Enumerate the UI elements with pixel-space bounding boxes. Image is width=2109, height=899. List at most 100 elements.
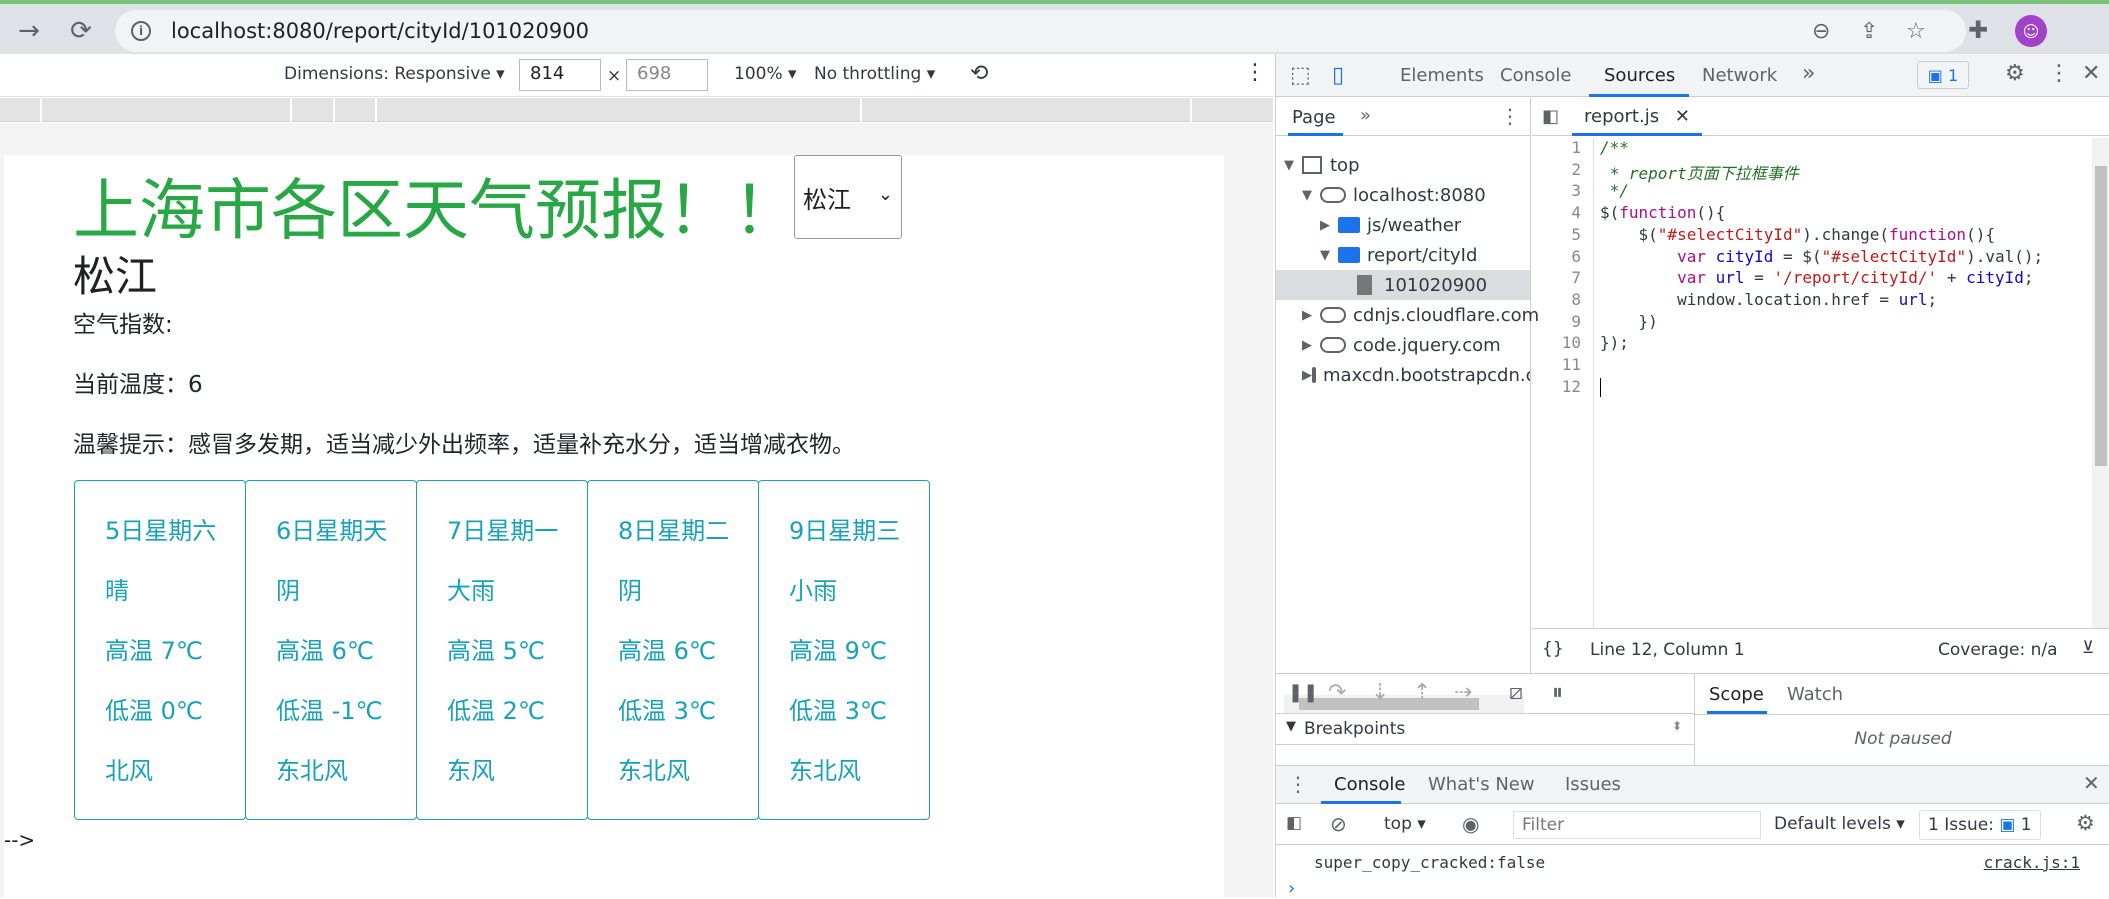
issues-button[interactable]: 1 Issue: ▣ 1 [1919, 810, 2041, 840]
url-text[interactable]: localhost:8080/report/cityId/101020900 [171, 19, 589, 43]
close-tab-icon[interactable]: ✕ [1675, 106, 1690, 127]
code-line[interactable]: * report页面下拉框事件 [1600, 160, 1799, 184]
code-content[interactable]: /** * report页面下拉框事件 */ $(function(){ $("#… [1600, 138, 2090, 628]
tab-elements[interactable]: Elements [1400, 65, 1484, 86]
step-over-icon[interactable]: ↷ [1328, 680, 1346, 705]
line-number[interactable]: 11 [1562, 355, 1581, 374]
line-number[interactable]: 1 [1571, 138, 1581, 157]
line-number[interactable]: 8 [1571, 290, 1581, 309]
step-out-icon[interactable]: ⇡ [1413, 680, 1431, 705]
code-line[interactable]: $("#selectCityId").change(function(){ [1600, 225, 1995, 244]
tab-network[interactable]: Network [1702, 65, 1777, 86]
line-number[interactable]: 6 [1571, 247, 1581, 266]
pause-icon[interactable]: ❚❚ [1288, 682, 1318, 703]
tree-item-bootstrapcdn[interactable]: ▶ maxcdn.bootstrapcdn.c [1302, 360, 1530, 390]
settings-gear-icon[interactable]: ⚙ [2005, 61, 2025, 86]
tree-item-js-weather[interactable]: ▶ js/weather [1320, 210, 1461, 240]
deactivate-breakpoints-icon[interactable]: ⧄ [1509, 680, 1523, 705]
inspect-element-icon[interactable]: ⬚ [1290, 63, 1311, 88]
console-source-link[interactable]: crack.js:1 [1984, 853, 2080, 872]
tree-item-localhost[interactable]: ▼ localhost:8080 [1302, 180, 1486, 210]
tab-sources[interactable]: Sources [1604, 65, 1675, 86]
tree-item-jquery[interactable]: ▶ code.jquery.com [1302, 330, 1501, 360]
height-input[interactable]: 698 [626, 59, 708, 91]
tab-watch[interactable]: Watch [1787, 684, 1843, 705]
width-input[interactable]: 814 [519, 59, 601, 91]
more-navigator-icon[interactable]: » [1360, 105, 1371, 126]
resize-handle-icon[interactable]: ⬍ [1672, 719, 1682, 733]
step-icon[interactable]: ⇢ [1454, 680, 1472, 705]
rotate-icon[interactable]: ⟲ [970, 61, 988, 86]
tab-whats-new[interactable]: What's New [1428, 774, 1535, 795]
code-line[interactable]: $(function(){ [1600, 203, 1725, 222]
code-line[interactable]: }) [1600, 312, 1658, 331]
step-into-icon[interactable]: ⇣ [1371, 680, 1389, 705]
eye-icon[interactable]: ◉ [1462, 812, 1479, 836]
forward-icon[interactable]: → [12, 14, 46, 48]
more-tabs-icon[interactable]: » [1802, 61, 1815, 86]
info-icon[interactable]: i [131, 21, 151, 41]
line-number[interactable]: 9 [1571, 312, 1581, 331]
line-number[interactable]: 5 [1571, 225, 1581, 244]
code-line[interactable]: /** [1600, 138, 1629, 157]
code-line[interactable]: window.location.href = url; [1600, 290, 1937, 309]
profile-avatar[interactable]: ☺ [2015, 15, 2047, 47]
log-levels-dropdown[interactable]: Default levels ▾ [1774, 814, 1905, 834]
editor-vertical-scrollbar[interactable] [2092, 138, 2109, 628]
tree-item-top[interactable]: ▼ top [1284, 150, 1360, 180]
code-line[interactable]: */ [1600, 181, 1629, 200]
dimensions-dropdown[interactable]: Dimensions: Responsive ▾ [284, 64, 505, 84]
close-drawer-icon[interactable]: ✕ [2083, 771, 2100, 795]
context-dropdown[interactable]: top ▾ [1384, 814, 1426, 834]
pause-on-exceptions-icon[interactable]: ⏸ [1552, 680, 1563, 705]
star-icon[interactable]: ☆ [1906, 19, 1926, 44]
close-devtools-icon[interactable]: ✕ [2082, 61, 2100, 86]
tree-item-101020900[interactable]: 101020900 [1276, 270, 1530, 300]
issues-badge[interactable]: ▣ 1 [1917, 61, 1969, 89]
city-select[interactable]: 松江 ⌄ [794, 155, 902, 239]
tab-issues[interactable]: Issues [1565, 774, 1621, 795]
console-filter-input[interactable]: Filter [1513, 811, 1761, 839]
tab-console-drawer[interactable]: Console [1334, 774, 1405, 795]
tab-scope[interactable]: Scope [1709, 684, 1764, 705]
code-line[interactable]: var cityId = $("#selectCityId").val(); [1600, 247, 2043, 266]
reload-icon[interactable]: ⟳ [64, 14, 98, 48]
throttling-dropdown[interactable]: No throttling ▾ [814, 64, 935, 84]
console-prompt-icon[interactable]: › [1288, 878, 1295, 899]
console-settings-gear-icon[interactable]: ⚙ [2076, 811, 2095, 835]
tree-item-cdnjs[interactable]: ▶ cdnjs.cloudflare.com [1302, 300, 1539, 330]
line-number[interactable]: 3 [1571, 181, 1581, 200]
line-number[interactable]: 4 [1571, 203, 1581, 222]
code-line[interactable]: }); [1600, 333, 1629, 352]
extensions-icon[interactable]: ✚ [1968, 16, 1988, 44]
toggle-navigator-icon[interactable]: ◧ [1542, 106, 1559, 127]
navigator-menu-icon[interactable]: ⋮ [1500, 104, 1520, 128]
tab-page[interactable]: Page [1292, 107, 1336, 128]
line-number[interactable]: 10 [1562, 333, 1581, 352]
scrollbar-thumb[interactable] [2095, 166, 2107, 466]
share-icon[interactable]: ⇪ [1860, 19, 1878, 44]
breakpoints-section[interactable]: ▼ Breakpoints ⬍ [1276, 715, 1694, 745]
pretty-print-button[interactable]: {} [1542, 639, 1564, 659]
media-query-ruler[interactable] [0, 98, 1273, 122]
drawer-menu-icon[interactable]: ⋮ [1288, 772, 1308, 796]
device-toggle-icon[interactable]: ▯ [1332, 63, 1344, 88]
coverage-toggle-icon[interactable]: ⊻ [2082, 638, 2094, 658]
code-line[interactable]: var url = '/report/cityId/' + cityId; [1600, 268, 2033, 287]
expanded-arrow-icon: ▼ [1286, 719, 1296, 734]
line-number[interactable]: 2 [1571, 160, 1581, 179]
editor-file-tab[interactable]: report.js ✕ [1572, 98, 1702, 136]
address-bar[interactable]: i localhost:8080/report/cityId/101020900… [115, 10, 1966, 52]
line-number[interactable]: 7 [1571, 268, 1581, 287]
clear-console-icon[interactable]: ⊘ [1330, 812, 1347, 836]
tree-item-report-cityid[interactable]: ▼ report/cityId [1320, 240, 1477, 270]
tree-label: report/cityId [1367, 244, 1478, 266]
more-options-icon[interactable]: ⋮ [1244, 60, 1266, 85]
line-number-gutter: 1 2 3 4 5 6 7 8 9 10 11 12 [1532, 138, 1594, 628]
show-sidebar-icon[interactable]: ◧ [1286, 813, 1302, 833]
tab-console[interactable]: Console [1500, 65, 1571, 86]
zoom-icon[interactable]: ⊖ [1812, 19, 1830, 44]
line-number[interactable]: 12 [1562, 377, 1581, 396]
zoom-dropdown[interactable]: 100% ▾ [734, 64, 797, 84]
devtools-menu-icon[interactable]: ⋮ [2048, 61, 2070, 86]
